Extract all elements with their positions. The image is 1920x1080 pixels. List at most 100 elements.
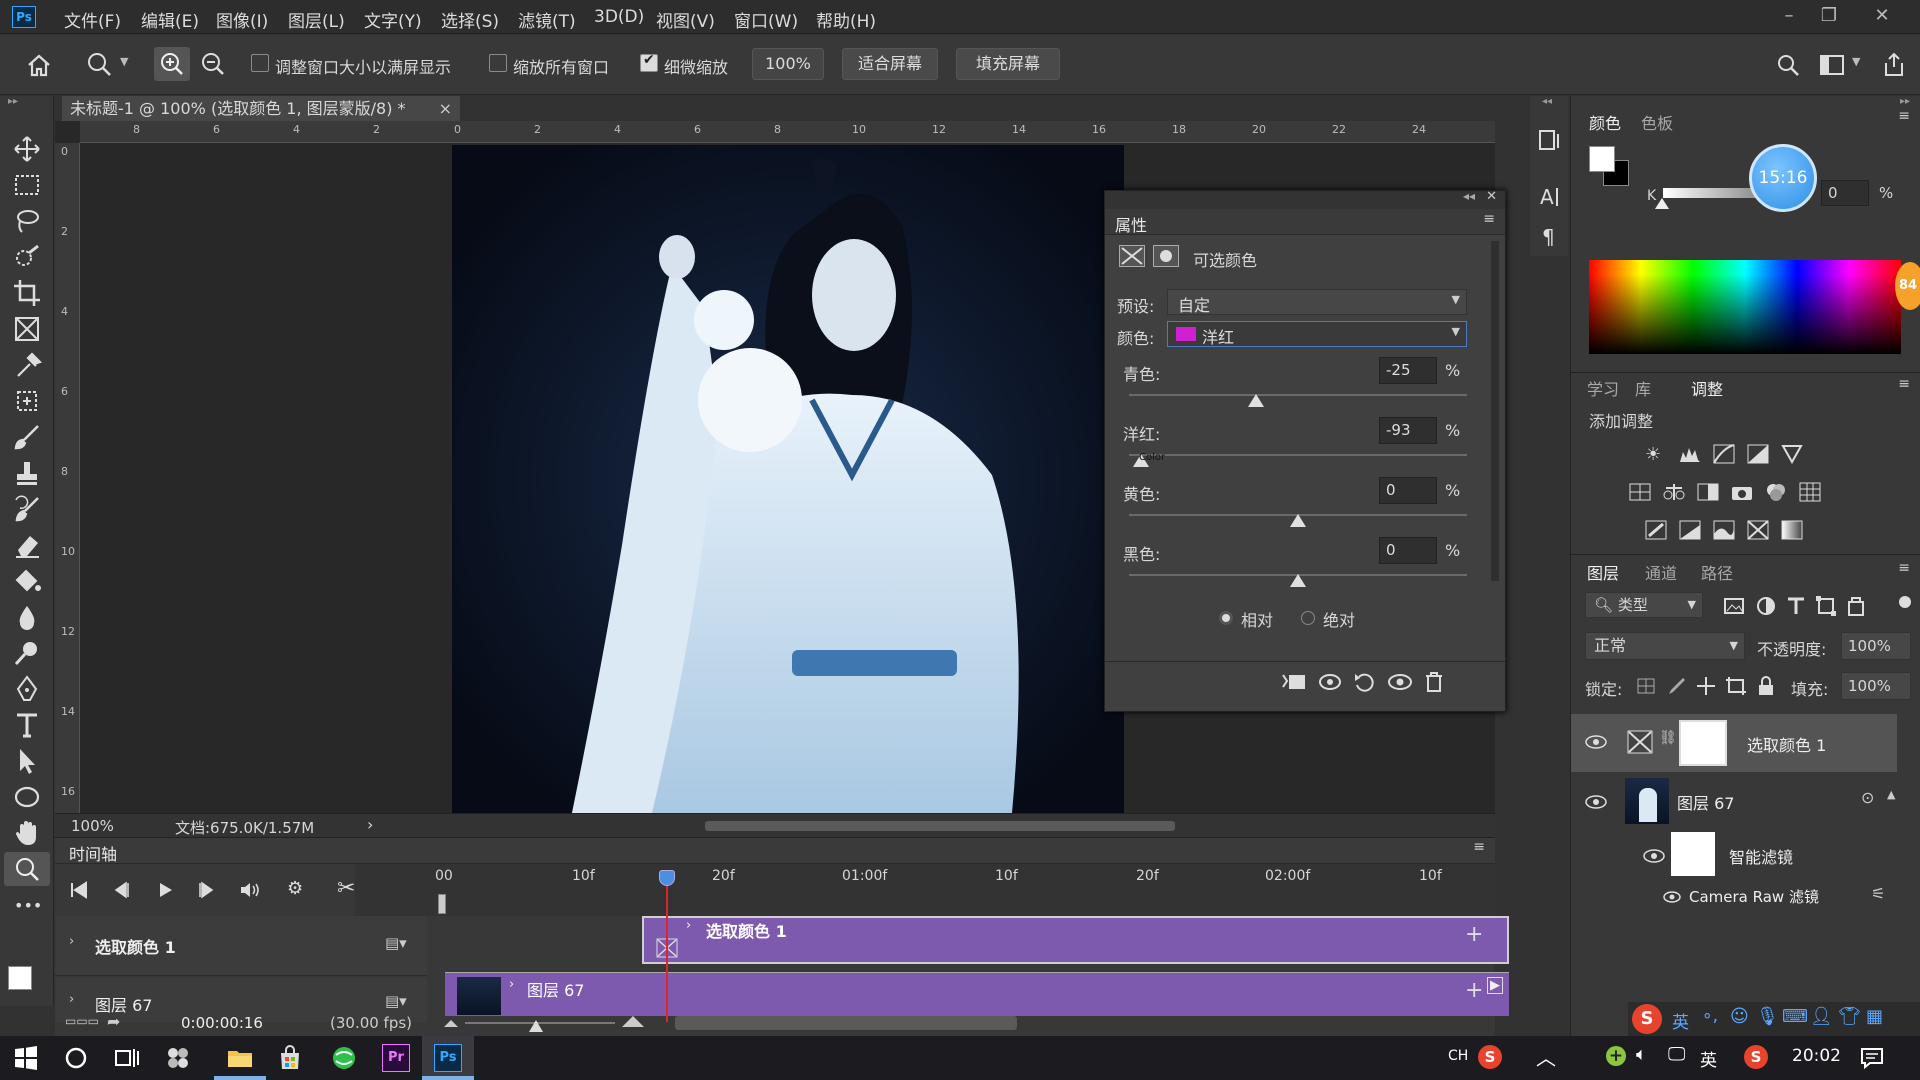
canvas-image[interactable]: [452, 145, 1124, 813]
document-tab[interactable]: 未标题-1 @ 100% (选取颜色 1, 图层蒙版/8) * ×: [62, 96, 460, 121]
chevron-right-icon[interactable]: ›: [69, 934, 74, 949]
workspace-icon[interactable]: [1820, 55, 1844, 75]
fill-screen-button[interactable]: 填充屏幕: [956, 48, 1060, 80]
eraser-tool-icon[interactable]: [12, 530, 42, 560]
close-window-button[interactable]: ✕: [1868, 4, 1896, 28]
share-icon[interactable]: [1882, 51, 1906, 77]
tray-language[interactable]: 英: [1700, 1046, 1717, 1071]
relative-radio[interactable]: [1219, 611, 1233, 625]
panel-menu-icon[interactable]: ≡: [1483, 211, 1495, 227]
scrubby-zoom-checkbox[interactable]: ✔: [640, 52, 658, 72]
properties-scrollbar[interactable]: [1491, 241, 1499, 581]
delete-icon[interactable]: [1423, 671, 1445, 693]
lasso-tool-icon[interactable]: [12, 206, 42, 236]
type-tool-icon[interactable]: [12, 710, 42, 740]
sogou-tray-icon[interactable]: S: [1744, 1045, 1768, 1069]
smart-filters-row[interactable]: 智能滤镜: [1571, 832, 1911, 880]
filter-row[interactable]: Camera Raw 滤镜 ⚟: [1571, 882, 1911, 912]
photoshop-taskbar-icon[interactable]: Ps: [434, 1044, 462, 1072]
black-input[interactable]: 0: [1379, 537, 1437, 564]
menu-select[interactable]: 选择(S): [441, 7, 499, 32]
volume-icon[interactable]: 🔈︎: [1636, 1044, 1647, 1065]
visibility-icon[interactable]: [1387, 671, 1413, 693]
tab-channels[interactable]: 通道: [1645, 560, 1677, 584]
status-arrow-icon[interactable]: ›: [367, 815, 373, 834]
cyan-slider-track[interactable]: [1129, 394, 1467, 396]
k-value-input[interactable]: 0: [1821, 180, 1869, 206]
pen-tool-icon[interactable]: [12, 674, 42, 704]
lock-image-icon[interactable]: [1665, 676, 1687, 696]
brush-tool-icon[interactable]: [12, 422, 42, 452]
menu-filter[interactable]: 滤镜(T): [518, 7, 576, 32]
chevron-right-icon[interactable]: ›: [69, 992, 74, 1007]
opacity-input[interactable]: 100%: [1841, 632, 1911, 660]
magenta-slider-track[interactable]: [1129, 454, 1467, 456]
restore-button[interactable]: ❐: [1815, 4, 1843, 28]
menu-3d[interactable]: 3D(D): [594, 7, 644, 27]
track-header[interactable]: › 选取颜色 1 ▤▾: [55, 916, 427, 976]
zoom-out-mountain-icon[interactable]: [443, 1018, 459, 1028]
marquee-tool-icon[interactable]: [12, 170, 42, 200]
paint-bucket-tool-icon[interactable]: [12, 566, 42, 596]
filter-smart-object-icon[interactable]: [1845, 596, 1867, 616]
clip-end-arrow-icon[interactable]: ▶: [1487, 977, 1503, 994]
timeline-title[interactable]: 时间轴: [69, 841, 117, 865]
browser-icon[interactable]: [330, 1044, 358, 1072]
menu-view[interactable]: 视图(V): [656, 7, 715, 32]
zoom-all-checkbox[interactable]: [489, 54, 507, 72]
filter-toggle[interactable]: [1899, 596, 1911, 608]
visibility-eye-icon[interactable]: [1663, 890, 1681, 904]
collapse-panel-icon[interactable]: ◂◂: [1463, 189, 1475, 203]
layer-row[interactable]: ⛓ 选取颜色 1: [1571, 714, 1897, 772]
selective-color-icon[interactable]: [1747, 520, 1769, 540]
minimize-button[interactable]: –: [1775, 4, 1803, 28]
fill-input[interactable]: 100%: [1841, 672, 1911, 700]
filter-type-icon[interactable]: [1785, 596, 1807, 616]
filter-options-icon[interactable]: ⚟: [1871, 884, 1885, 903]
clip-to-layer-icon[interactable]: [1281, 671, 1307, 693]
file-explorer-icon[interactable]: [226, 1044, 254, 1072]
home-icon[interactable]: [26, 53, 52, 77]
tab-swatches[interactable]: 色板: [1641, 110, 1673, 134]
lock-position-icon[interactable]: [1695, 676, 1717, 696]
lock-all-icon[interactable]: [1755, 676, 1777, 696]
zoom-tool-button[interactable]: [4, 852, 50, 886]
history-brush-tool-icon[interactable]: [12, 494, 42, 524]
menu-help[interactable]: 帮助(H): [816, 7, 876, 32]
cyan-slider-thumb[interactable]: [1247, 394, 1264, 407]
layer-thumbnail[interactable]: [1625, 778, 1669, 824]
blur-tool-icon[interactable]: [12, 602, 42, 632]
play-icon[interactable]: [155, 880, 175, 900]
menu-file[interactable]: 文件(F): [64, 7, 121, 32]
ellipse-tool-icon[interactable]: [12, 782, 42, 812]
premiere-icon[interactable]: Pr: [382, 1044, 410, 1072]
first-frame-icon[interactable]: [69, 880, 89, 900]
resize-windows-checkbox[interactable]: [251, 54, 269, 72]
layer-name[interactable]: 选取颜色 1: [1747, 732, 1826, 756]
zoom-in-button[interactable]: [154, 47, 190, 81]
character-panel-icon[interactable]: A: [1538, 184, 1562, 208]
timeline-ruler[interactable]: [355, 864, 1495, 916]
panel-menu-icon[interactable]: ≡: [1898, 376, 1910, 392]
user-icon[interactable]: 👤︎: [1810, 1006, 1833, 1027]
zoom-tool-icon[interactable]: [86, 51, 112, 77]
next-frame-icon[interactable]: [197, 880, 217, 900]
zoom-out-icon[interactable]: [198, 49, 228, 79]
channel-mixer-icon[interactable]: [1765, 482, 1787, 502]
hue-saturation-icon[interactable]: [1629, 482, 1651, 502]
quick-select-tool-icon[interactable]: [12, 242, 42, 272]
k-slider-thumb[interactable]: [1655, 198, 1669, 209]
levels-icon[interactable]: [1679, 444, 1701, 464]
collapse-icon[interactable]: ▸▸: [1900, 96, 1910, 107]
task-view-icon[interactable]: [112, 1044, 140, 1072]
black-slider-thumb[interactable]: [1290, 574, 1306, 587]
sogou-logo-icon[interactable]: S: [1632, 1004, 1662, 1034]
lock-transparent-icon[interactable]: [1635, 676, 1657, 696]
tab-learn[interactable]: 学习: [1587, 376, 1619, 400]
toolbox-icon[interactable]: ▦: [1866, 1006, 1883, 1027]
k-slider-track[interactable]: [1663, 188, 1763, 198]
close-tab-icon[interactable]: ×: [439, 96, 452, 121]
adjustment-clip[interactable]: › 选取颜色 1: [642, 916, 1509, 964]
cyan-input[interactable]: -25: [1379, 357, 1437, 384]
tab-color[interactable]: 颜色: [1589, 110, 1621, 134]
